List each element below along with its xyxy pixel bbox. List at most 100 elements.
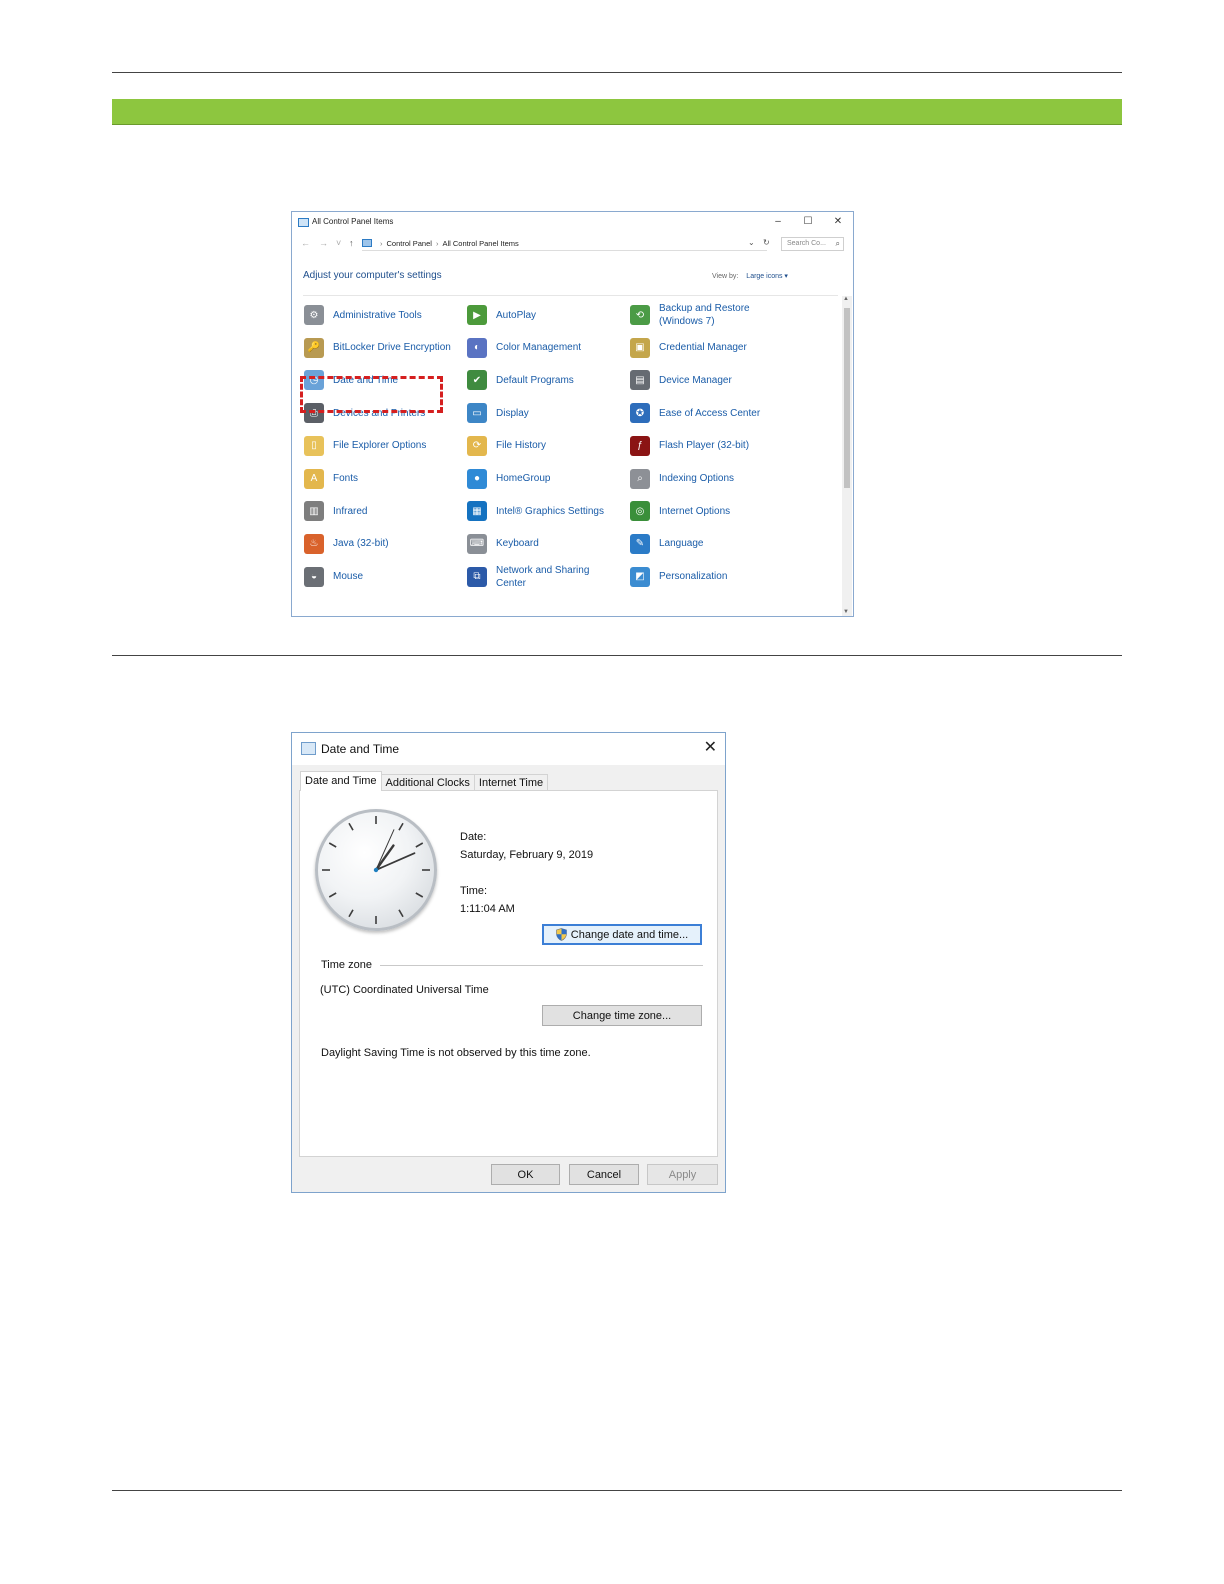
control-panel-item-label: Fonts (333, 473, 359, 484)
vertical-scrollbar[interactable]: ▲ ▼ (842, 296, 852, 616)
bottom-rule (112, 1490, 1122, 1491)
date-label: Date: (460, 831, 487, 843)
clock-tick (348, 909, 354, 918)
clock-tick (398, 822, 404, 831)
title-bar: All Control Panel Items – ☐ ✕ (292, 212, 853, 233)
date-time-dialog: Date and Time ✕ Date and Time Additional… (291, 732, 726, 1193)
ok-button[interactable]: OK (491, 1164, 560, 1185)
refresh-icon[interactable]: ↻ (763, 238, 770, 247)
control-panel-icon (362, 239, 372, 247)
control-panel-item-label: Mouse (333, 571, 364, 583)
control-panel-item[interactable]: ▦ Intel® Graphics Settings (467, 498, 625, 524)
control-panel-item-label: Credential Manager (659, 342, 747, 354)
control-panel-item[interactable]: ▶ AutoPlay (467, 302, 625, 328)
control-panel-item[interactable]: ● HomeGroup (467, 466, 625, 492)
minimize-button[interactable]: – (771, 215, 785, 229)
tab-internet-time[interactable]: Internet Time (473, 774, 549, 791)
scrollbar-thumb[interactable] (844, 308, 850, 488)
scroll-down-icon[interactable]: ▼ (843, 609, 849, 615)
change-date-time-button[interactable]: Change date and time... (542, 924, 702, 945)
control-panel-item-label: Infrared (333, 505, 368, 517)
scroll-up-icon[interactable]: ▲ (843, 296, 849, 302)
control-panel-item-label: Ease of Access Center (659, 407, 761, 419)
control-panel-item[interactable]: ▯ File Explorer Options (304, 433, 462, 459)
control-panel-item[interactable]: ⧉ Network and Sharing Center (467, 564, 625, 590)
clock-tick (415, 892, 424, 898)
control-panel-item[interactable]: ◎ Internet Options (630, 498, 780, 524)
control-panel-item-label: Default Programs (496, 374, 574, 386)
tab-date-and-time[interactable]: Date and Time (300, 771, 382, 791)
view-by-dropdown[interactable]: Large icons ▾ (746, 273, 788, 280)
recent-locations-icon[interactable]: ˅ (336, 238, 341, 248)
apply-button[interactable]: Apply (647, 1164, 718, 1185)
file-history-icon: ⟳ (467, 435, 487, 456)
control-panel-item[interactable]: ⌕ Indexing Options (630, 466, 780, 492)
change-time-zone-button[interactable]: Change time zone... (542, 1005, 702, 1026)
infrared-icon: ▥ (304, 501, 324, 522)
color-management-icon: ◐ (467, 337, 487, 358)
control-panel-item-label: File History (496, 440, 547, 452)
control-panel-item[interactable]: ⚙ Administrative Tools (304, 302, 462, 328)
time-zone-divider (380, 965, 703, 966)
control-panel-item-label: Indexing Options (659, 473, 735, 484)
control-panel-item[interactable]: ◩ Personalization (630, 564, 780, 590)
control-panel-item[interactable]: A Fonts (304, 466, 462, 492)
date-value: Saturday, February 9, 2019 (460, 849, 594, 861)
control-panel-item-label: Flash Player (32-bit) (659, 440, 750, 452)
clock-tick (328, 892, 337, 898)
control-panel-item[interactable]: ♨ Java (32-bit) (304, 531, 462, 557)
control-panel-item[interactable]: ✪ Ease of Access Center (630, 400, 780, 426)
control-panel-item[interactable]: ▥ Infrared (304, 498, 462, 524)
analog-clock (315, 809, 437, 931)
control-panel-item-label: BitLocker Drive Encryption (333, 342, 451, 354)
control-panel-item[interactable]: ƒ Flash Player (32-bit) (630, 433, 780, 459)
internet-options-icon: ◎ (630, 501, 650, 522)
control-panel-item-label: Keyboard (496, 538, 539, 550)
control-panel-item-label: File Explorer Options (333, 440, 427, 452)
language-icon: ✎ (630, 533, 650, 554)
control-panel-item[interactable]: ⟳ File History (467, 433, 625, 459)
search-input[interactable]: Search Co... ⌕ (781, 237, 844, 251)
control-panel-item[interactable]: ◒ Mouse (304, 564, 462, 590)
control-panel-item[interactable]: ⌨ Keyboard (467, 531, 625, 557)
time-zone-heading: Time zone (321, 959, 372, 971)
keyboard-icon: ⌨ (467, 533, 487, 554)
control-panel-item[interactable]: ▤ Device Manager (630, 367, 780, 393)
close-button[interactable]: ✕ (831, 215, 845, 229)
control-panel-item-label: Language (659, 538, 704, 550)
up-icon[interactable]: ↑ (349, 238, 354, 248)
bitlocker-icon: 🔑 (304, 337, 324, 358)
control-panel-item-label: Intel® Graphics Settings (496, 505, 604, 517)
control-panel-item[interactable]: ▭ Display (467, 400, 625, 426)
address-controls: ⌄ ↻ (748, 238, 770, 247)
uac-shield-icon (555, 928, 567, 941)
address-bar[interactable]: › Control Panel › All Control Panel Items (362, 237, 767, 251)
network-icon: ⧉ (467, 566, 487, 587)
cancel-button[interactable]: Cancel (569, 1164, 639, 1185)
date-time-icon (301, 742, 316, 755)
close-icon[interactable]: ✕ (704, 738, 717, 758)
tab-additional-clocks[interactable]: Additional Clocks (380, 774, 475, 791)
display-icon: ▭ (467, 403, 487, 424)
default-programs-icon: ✔ (467, 370, 487, 391)
maximize-button[interactable]: ☐ (801, 215, 815, 229)
control-panel-icon (298, 218, 309, 227)
back-icon[interactable]: ← (301, 238, 310, 248)
control-panel-item[interactable]: ▣ Credential Manager (630, 335, 780, 361)
breadcrumb-control-panel[interactable]: Control Panel (387, 239, 432, 248)
control-panel-item[interactable]: 🔑 BitLocker Drive Encryption (304, 335, 462, 361)
dropdown-icon[interactable]: ⌄ (748, 238, 755, 247)
control-panel-item[interactable]: ✔ Default Programs (467, 367, 625, 393)
top-rule (112, 72, 1122, 73)
tab-panel: Date: Saturday, February 9, 2019 Time: 1… (299, 790, 718, 1157)
breadcrumb-all-items[interactable]: All Control Panel Items (442, 239, 518, 248)
control-panel-item[interactable]: ⟲ Backup and Restore (Windows 7) (630, 302, 780, 328)
forward-icon[interactable]: → (319, 238, 328, 248)
time-value: 1:11:04 AM (460, 903, 515, 915)
control-panel-item[interactable]: ◐ Color Management (467, 335, 625, 361)
control-panel-item[interactable]: ✎ Language (630, 531, 780, 557)
search-placeholder: Search Co... (787, 240, 826, 247)
fonts-icon: A (304, 468, 324, 489)
middle-rule (112, 655, 1122, 656)
control-panel-window: All Control Panel Items – ☐ ✕ ← → ˅ ↑ › C… (291, 211, 854, 617)
